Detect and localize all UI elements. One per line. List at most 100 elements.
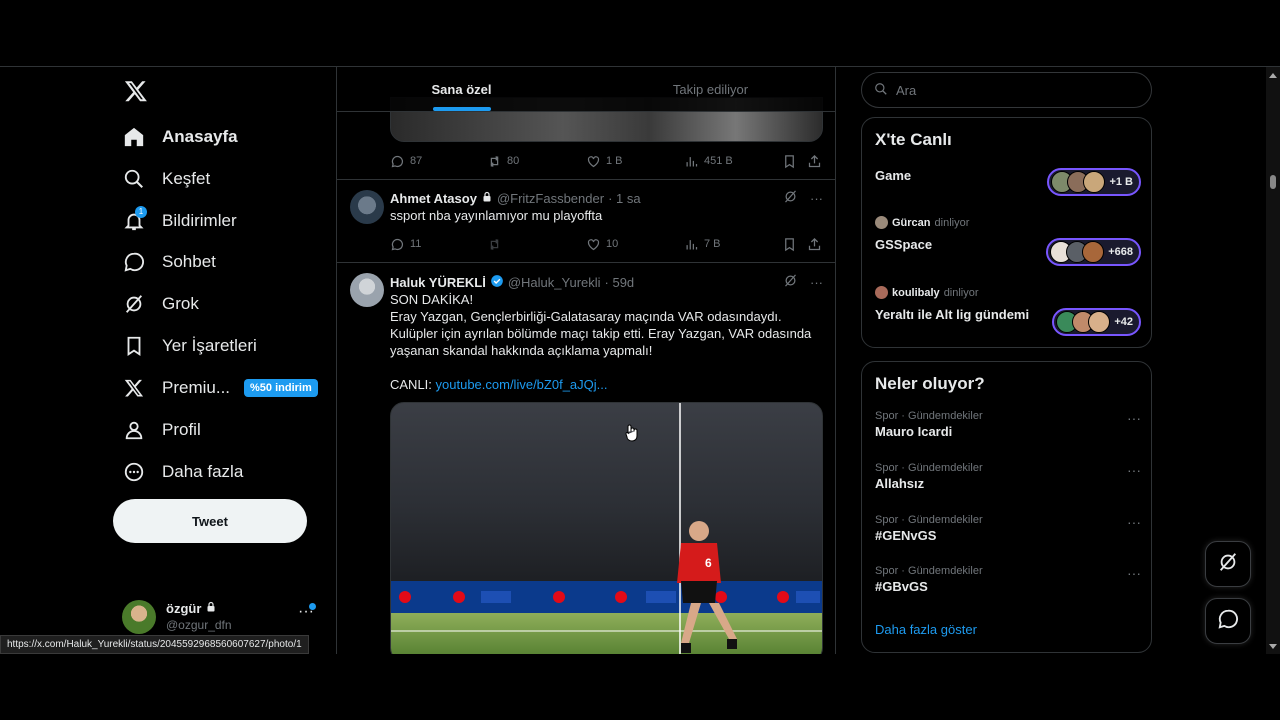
live-space-item[interactable]: koulibaly dinliyor Yeraltı ile Alt lig gü… xyxy=(875,286,1141,338)
listeners-pill[interactable]: +668 xyxy=(1046,238,1141,266)
like-button[interactable]: 1 B xyxy=(586,154,684,169)
grok-icon[interactable] xyxy=(783,273,798,291)
sidebar-item-label: Anasayfa xyxy=(162,127,238,146)
bookmark-icon xyxy=(785,237,794,251)
bookmark-button[interactable] xyxy=(782,237,807,252)
tweet-button[interactable]: Tweet xyxy=(113,499,307,543)
show-more-link[interactable]: Daha fazla göster xyxy=(875,622,977,637)
more-dots-icon[interactable]: ··· xyxy=(810,275,823,290)
chart-icon xyxy=(686,239,698,249)
more-dots-icon[interactable]: ··· xyxy=(810,191,823,206)
person-icon xyxy=(112,410,156,450)
search-input[interactable] xyxy=(896,82,1136,98)
messages-fab-button[interactable] xyxy=(1205,598,1251,644)
more-dots-icon[interactable]: ··· xyxy=(1127,565,1141,581)
share-icon xyxy=(808,237,821,250)
host-name: Gürcan xyxy=(892,216,931,229)
divider xyxy=(337,262,835,263)
repost-button[interactable] xyxy=(487,237,586,252)
avatar[interactable] xyxy=(350,190,384,224)
scroll-thumb[interactable] xyxy=(1270,175,1276,189)
reply-button[interactable]: 87 xyxy=(390,154,487,169)
sidebar-item-explore[interactable]: Keşfet xyxy=(112,159,210,199)
trend-item[interactable]: Spor · Gündemdekiler Allahsız ··· xyxy=(875,462,1141,491)
avatar xyxy=(1083,171,1106,193)
more-circle-icon xyxy=(112,452,156,492)
x-logo-icon[interactable] xyxy=(124,79,148,103)
avatar[interactable] xyxy=(350,273,384,307)
chat-icon xyxy=(112,242,156,282)
top-letterbox xyxy=(0,0,1280,66)
sidebar-item-profile[interactable]: Profil xyxy=(112,410,201,450)
notification-badge: 1 xyxy=(135,206,147,218)
post-header: Ahmet Atasoy @FritzFassbender · 1 sa ··· xyxy=(390,189,823,207)
views-button[interactable]: 451 B xyxy=(684,154,782,169)
host-name: koulibaly xyxy=(892,286,940,299)
page-scrollbar[interactable] xyxy=(1266,67,1280,654)
post-time[interactable]: · 59d xyxy=(605,275,635,290)
tab-for-you[interactable]: Sana özel xyxy=(337,67,586,111)
verified-badge-icon xyxy=(490,274,504,291)
bookmark-icon xyxy=(785,154,794,168)
reply-button[interactable]: 11 xyxy=(390,237,487,252)
trend-item[interactable]: Spor · Gündemdekiler #GENvGS ··· xyxy=(875,514,1141,543)
lock-icon xyxy=(481,191,493,206)
views-button[interactable]: 7 B xyxy=(684,237,782,252)
more-dots-icon[interactable]: ··· xyxy=(1127,410,1141,426)
post-media-image[interactable]: 6 xyxy=(390,402,823,654)
search-icon xyxy=(874,82,888,99)
like-button[interactable]: 10 xyxy=(586,237,684,252)
sidebar-item-bookmarks[interactable]: Yer İşaretleri xyxy=(112,326,257,366)
trend-name: #GBvGS xyxy=(875,579,928,594)
bookmark-button[interactable] xyxy=(782,154,807,169)
tab-following[interactable]: Takip ediliyor xyxy=(586,67,835,111)
trend-item[interactable]: Spor · Gündemdekiler #GBvGS ··· xyxy=(875,565,1141,594)
post-actions: 87 80 1 B 451 B xyxy=(390,151,823,171)
avatar xyxy=(1088,311,1111,333)
trends-card-title: Neler oluyor? xyxy=(875,374,985,393)
repost-icon xyxy=(490,155,499,167)
live-space-item[interactable]: Gürcan dinliyor GSSpace +668 xyxy=(875,216,1141,268)
sidebar-item-chat[interactable]: Sohbet xyxy=(112,242,216,282)
listeners-pill[interactable]: +42 xyxy=(1052,308,1141,336)
grok-icon[interactable] xyxy=(783,189,798,207)
post-time[interactable]: · 1 sa xyxy=(608,191,641,206)
avatar xyxy=(122,600,156,634)
sidebar-item-home[interactable]: Anasayfa xyxy=(112,117,238,157)
author-name[interactable]: Haluk YÜREKLİ xyxy=(390,275,486,290)
sidebar-item-label: Profil xyxy=(162,420,201,439)
right-sidebar: X'te Canlı Game +1 B Gürcandinliyor GSSp… xyxy=(860,67,1154,654)
divider xyxy=(337,179,835,180)
post-text-prefix: CANLI: xyxy=(390,377,436,392)
sidebar-item-notifications[interactable]: 1 Bildirimler xyxy=(112,201,237,241)
heart-icon xyxy=(587,155,600,167)
sidebar-item-more[interactable]: Daha fazla xyxy=(112,452,243,492)
heart-icon xyxy=(587,238,600,250)
post-link[interactable]: youtube.com/live/bZ0f_aJQj... xyxy=(436,377,608,392)
x-logo-icon xyxy=(112,368,156,408)
scroll-down-arrow[interactable] xyxy=(1269,644,1277,649)
sidebar-item-grok[interactable]: Grok xyxy=(112,284,199,324)
scroll-up-arrow[interactable] xyxy=(1269,73,1277,78)
account-switcher[interactable]: özgür @ozgur_dfn ··· xyxy=(122,597,326,637)
more-dots-icon[interactable]: ··· xyxy=(1127,514,1141,530)
grok-fab-button[interactable] xyxy=(1205,541,1251,587)
search-box[interactable] xyxy=(861,72,1152,108)
sidebar-item-premium[interactable]: Premiu... %50 indirim xyxy=(112,368,318,408)
live-space-item[interactable]: Game +1 B xyxy=(875,168,1141,198)
avatar xyxy=(1082,241,1105,263)
football-photo: 6 xyxy=(391,403,822,654)
more-dots-icon[interactable]: ··· xyxy=(1127,462,1141,478)
sidebar-item-label: Yer İşaretleri xyxy=(162,336,257,355)
share-button[interactable] xyxy=(807,237,822,252)
share-icon xyxy=(808,154,821,167)
unread-dot xyxy=(309,603,316,610)
avatar xyxy=(875,286,888,299)
author-name[interactable]: Ahmet Atasoy xyxy=(390,191,477,206)
repost-button[interactable]: 80 xyxy=(487,154,586,169)
listeners-pill[interactable]: +1 B xyxy=(1047,168,1141,196)
author-handle[interactable]: @FritzFassbender xyxy=(497,191,604,206)
author-handle[interactable]: @Haluk_Yurekli xyxy=(508,275,601,290)
share-button[interactable] xyxy=(807,154,822,169)
trend-item[interactable]: Spor · Gündemdekiler Mauro Icardi ··· xyxy=(875,410,1141,439)
